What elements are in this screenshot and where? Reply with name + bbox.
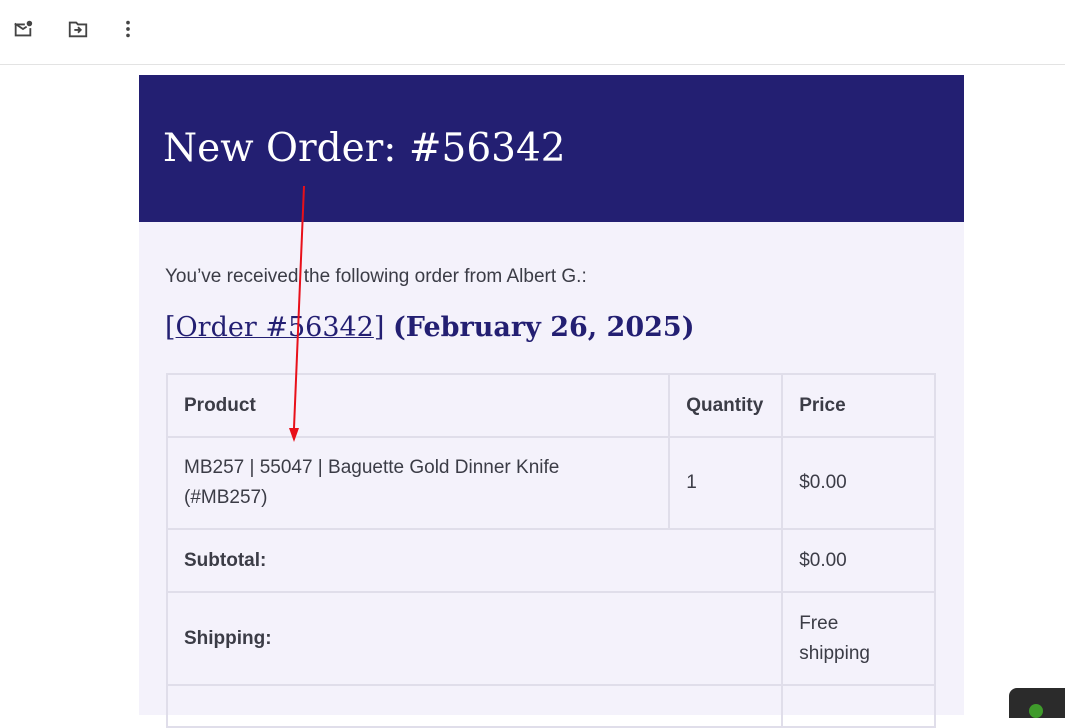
quantity-cell: 1: [668, 436, 784, 530]
move-to-icon[interactable]: [66, 17, 90, 41]
shipping-value: Free shipping: [781, 591, 936, 686]
product-cell: MB257 | 55047 | Baguette Gold Dinner Kni…: [165, 436, 671, 530]
order-email-card: New Order: #56342 You’ve received the fo…: [139, 75, 964, 728]
email-header: New Order: #56342: [139, 75, 964, 222]
price-cell: $0.00: [781, 436, 936, 530]
subtotal-value: $0.00: [781, 528, 936, 593]
column-header-product: Product: [165, 373, 671, 438]
email-toolbar: [0, 5, 1065, 65]
shipping-value-line1: Free: [799, 612, 839, 634]
bracket-close: ]: [373, 312, 385, 343]
subtotal-label: Subtotal:: [165, 528, 784, 593]
column-header-price: Price: [781, 373, 936, 438]
subtotal-row: Subtotal: $0.00: [165, 528, 936, 593]
order-date: (February 26, 2025): [393, 312, 695, 343]
status-dot-icon: [1029, 704, 1043, 718]
table-row: [165, 684, 936, 728]
email-header-title: New Order: #56342: [163, 126, 566, 171]
intro-text: You’ve received the following order from…: [165, 266, 587, 287]
table-cell-partial: [165, 684, 784, 728]
shipping-value-line2: shipping: [799, 642, 870, 664]
product-name: MB257 | 55047 | Baguette Gold Dinner Kni…: [184, 457, 560, 478]
shipping-row: Shipping: Free shipping: [165, 591, 936, 686]
order-table: Product Quantity Price MB257 | 55047 | B…: [165, 373, 936, 728]
table-cell-partial: [781, 684, 936, 728]
order-link[interactable]: Order #56342: [176, 312, 374, 343]
floating-widget[interactable]: [1009, 688, 1065, 718]
order-heading: [Order #56342] (February 26, 2025): [165, 312, 694, 343]
shipping-label: Shipping:: [165, 591, 784, 686]
more-options-icon[interactable]: [116, 17, 140, 41]
bracket-open: [: [165, 312, 176, 343]
product-sku: (#MB257): [184, 487, 268, 508]
mark-unread-icon[interactable]: [11, 17, 35, 41]
column-header-quantity: Quantity: [668, 373, 784, 438]
table-row: MB257 | 55047 | Baguette Gold Dinner Kni…: [165, 436, 936, 530]
table-header-row: Product Quantity Price: [165, 373, 936, 438]
